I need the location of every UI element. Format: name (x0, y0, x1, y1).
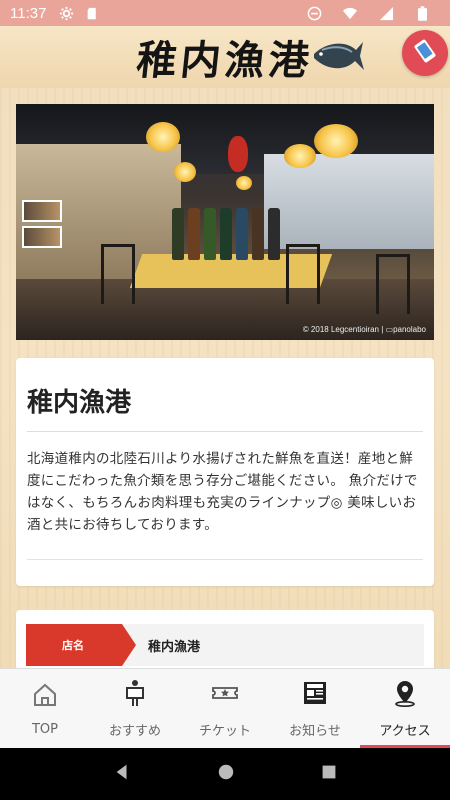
settings-icon (58, 5, 74, 21)
wifi-icon (342, 5, 358, 21)
nav-item-recommend[interactable]: おすすめ (90, 669, 180, 748)
app-header: 稚内漁港 (0, 26, 450, 88)
map-pin-icon (390, 678, 420, 712)
bottom-nav: TOP おすすめ チケット お知らせ アクセス (0, 668, 450, 748)
row-label: 店名 (26, 624, 136, 666)
status-bar: 11:37 (0, 0, 450, 26)
nav-label-top: TOP (31, 722, 58, 737)
back-icon[interactable] (113, 763, 131, 785)
shop-detail-card: 店名 稚内漁港 (16, 610, 434, 668)
nav-label-access: アクセス (379, 724, 431, 739)
nav-label-ticket: チケット (198, 724, 251, 739)
ticket-icon (210, 678, 240, 712)
battery-icon (414, 5, 430, 21)
home-circle-icon[interactable] (217, 763, 235, 785)
shop-description: 北海道稚内の北陸石川より水揚げされた鮮魚を直送！産地と鮮度にこだわった魚介類を思… (27, 451, 418, 533)
shop-title: 稚内漁港 (27, 382, 423, 432)
shop-info-card: 稚内漁港 北海道稚内の北陸石川より水揚げされた鮮魚を直送！産地と鮮度にこだわった… (16, 358, 434, 586)
nav-item-access[interactable]: アクセス (360, 669, 450, 748)
photo-credit: © 2018 Legcentioiran | ▭panolabo (302, 325, 426, 334)
photo-thumbnail[interactable] (22, 226, 62, 248)
do-not-disturb-icon (306, 5, 322, 21)
recents-icon[interactable] (321, 764, 337, 784)
fish-icon (312, 34, 364, 80)
rotate-phone-icon (411, 37, 439, 69)
nav-item-ticket[interactable]: チケット (180, 669, 270, 748)
logo-text: 稚内漁港 (134, 37, 316, 84)
nav-label-news: お知らせ (289, 724, 341, 739)
main-content[interactable]: © 2018 Legcentioiran | ▭panolabo 稚内漁港 北海… (0, 88, 450, 668)
recommend-icon (120, 678, 150, 712)
home-icon (30, 680, 60, 714)
android-nav-bar (0, 748, 450, 800)
news-icon (300, 678, 330, 712)
nav-item-top[interactable]: TOP (0, 669, 90, 748)
signal-icon (378, 5, 394, 21)
divider (27, 559, 423, 560)
panorama-card[interactable]: © 2018 Legcentioiran | ▭panolabo (16, 104, 434, 340)
panorama-photo[interactable]: © 2018 Legcentioiran | ▭panolabo (16, 104, 434, 340)
status-time: 11:37 (10, 4, 47, 22)
sd-card-icon (84, 5, 100, 21)
rotate-screen-button[interactable] (402, 30, 448, 76)
photo-thumbnail[interactable] (22, 200, 62, 222)
table-row: 店名 稚内漁港 (26, 624, 424, 666)
nav-item-news[interactable]: お知らせ (270, 669, 360, 748)
nav-label-recommend: おすすめ (108, 724, 161, 739)
